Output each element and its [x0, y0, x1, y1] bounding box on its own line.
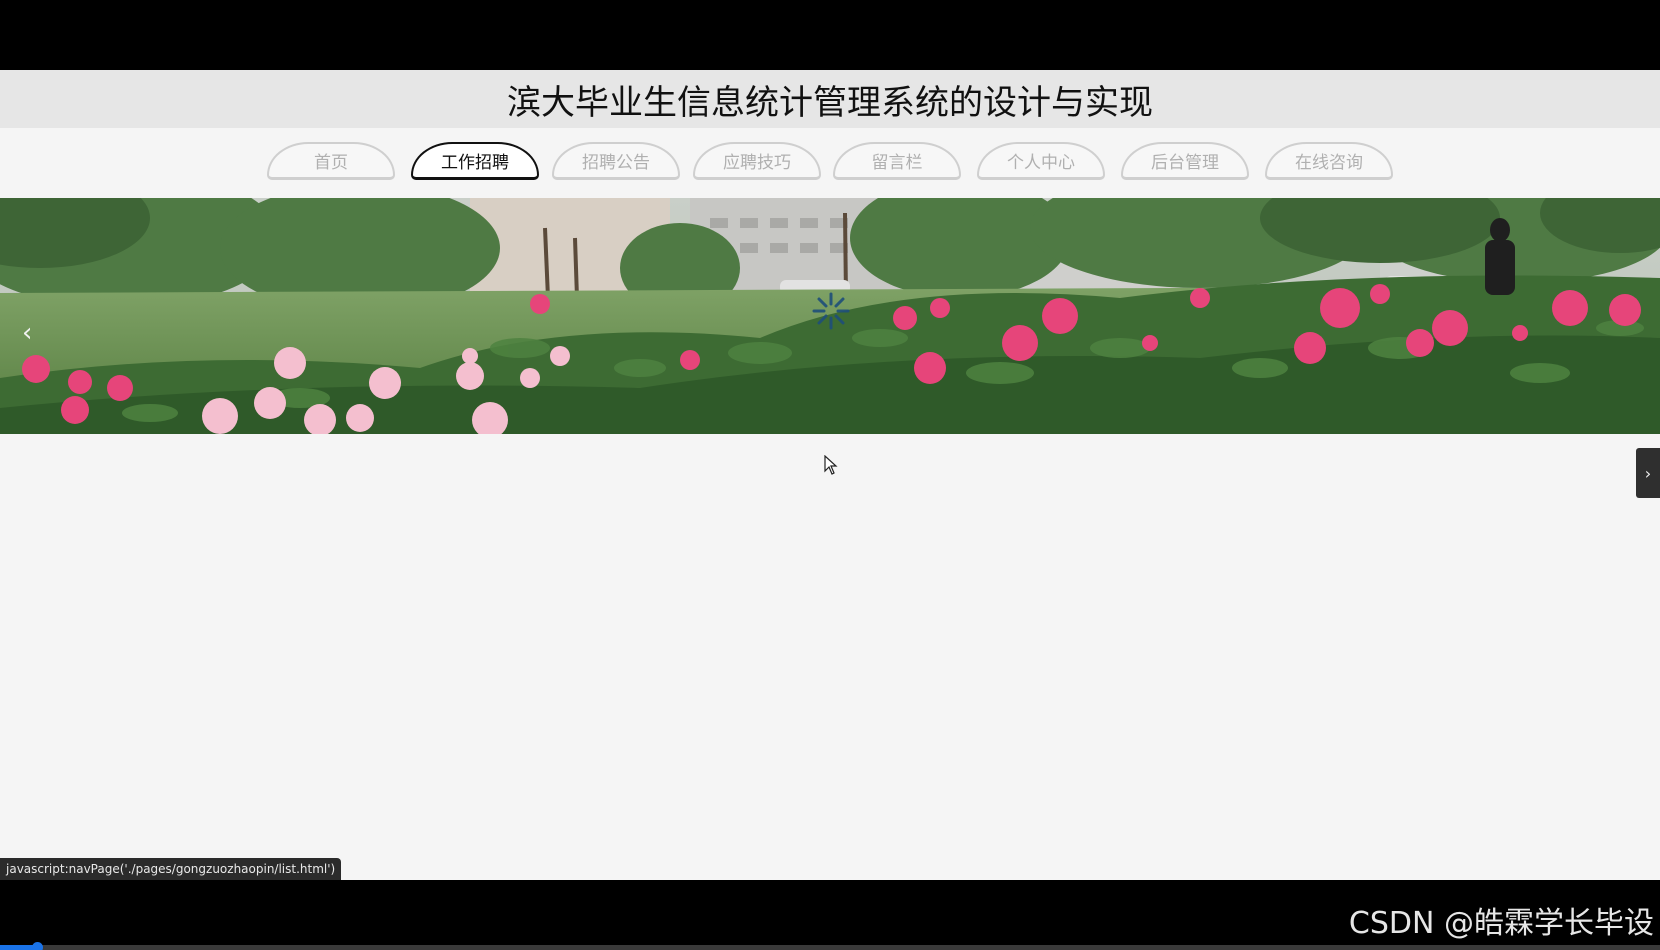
- watermark: CSDN @皓霖学长毕设: [1348, 906, 1654, 941]
- site-title: 滨大毕业生信息统计管理系统的设计与实现: [507, 82, 1153, 123]
- nav-recruitment-notice[interactable]: 招聘公告: [552, 142, 680, 180]
- video-progress-bar[interactable]: [0, 942, 1660, 950]
- nav-label: 首页: [314, 153, 348, 173]
- video-frame: 滨大毕业生信息统计管理系统的设计与实现 首页 工作招聘 招聘公告 应聘技巧 留言…: [0, 0, 1660, 950]
- nav-label: 个人中心: [1007, 153, 1075, 173]
- mouse-cursor-icon: [824, 455, 838, 475]
- main-nav: [0, 128, 1660, 198]
- nav-label: 招聘公告: [582, 153, 650, 173]
- nav-message-board[interactable]: 留言栏: [833, 142, 961, 180]
- site-header: 滨大毕业生信息统计管理系统的设计与实现: [0, 70, 1660, 128]
- banner-carousel[interactable]: [0, 198, 1660, 434]
- chevron-left-icon[interactable]: ‹: [22, 318, 32, 348]
- nav-admin[interactable]: 后台管理: [1121, 142, 1249, 180]
- nav-label: 后台管理: [1151, 153, 1219, 173]
- nav-label: 工作招聘: [441, 153, 509, 173]
- nav-interview-tips[interactable]: 应聘技巧: [693, 142, 821, 180]
- nav-label: 留言栏: [871, 153, 923, 173]
- banner-image: [0, 198, 1660, 434]
- nav-label: 应聘技巧: [723, 153, 791, 173]
- nav-online-consult[interactable]: 在线咨询: [1265, 142, 1393, 180]
- chevron-right-icon: ›: [1644, 463, 1652, 483]
- video-progress-handle[interactable]: [31, 942, 43, 950]
- status-bar-url: javascript:navPage('./pages/gongzuozhaop…: [0, 858, 342, 880]
- nav-personal-center[interactable]: 个人中心: [977, 142, 1105, 180]
- side-panel-toggle[interactable]: ›: [1636, 448, 1660, 498]
- web-page: 滨大毕业生信息统计管理系统的设计与实现 首页 工作招聘 招聘公告 应聘技巧 留言…: [0, 70, 1660, 880]
- nav-job-recruitment[interactable]: 工作招聘: [411, 142, 539, 180]
- nav-label: 在线咨询: [1295, 153, 1363, 173]
- nav-home[interactable]: 首页: [267, 142, 395, 180]
